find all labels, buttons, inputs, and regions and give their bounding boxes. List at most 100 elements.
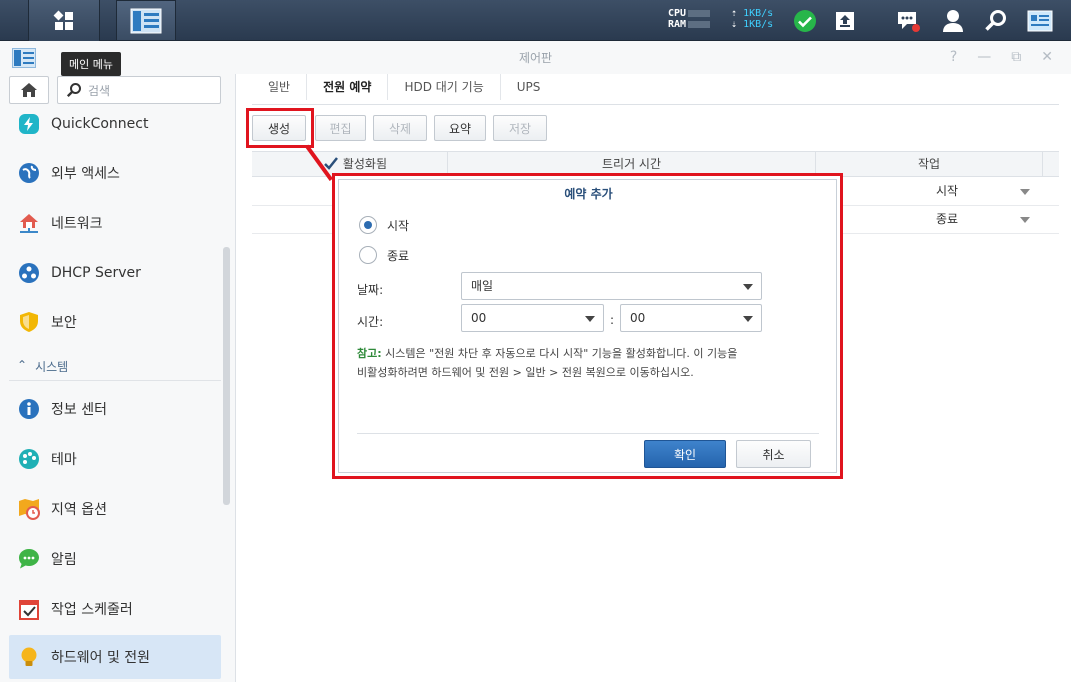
dhcp-icon bbox=[17, 261, 41, 285]
tab-general[interactable]: 일반 bbox=[252, 74, 306, 100]
radio-stop-label: 종료 bbox=[387, 248, 410, 263]
add-schedule-dialog-highlight: 예약 추가 시작 종료 날짜: 매일 시간: 00 : 00 참고: 시스템은 … bbox=[332, 173, 843, 479]
row-action: 종료 bbox=[935, 212, 959, 226]
chat-bubble-icon bbox=[17, 547, 41, 571]
quickconnect-icon bbox=[17, 112, 41, 136]
sidebar-item-dhcp-server[interactable]: DHCP Server bbox=[9, 251, 221, 295]
sidebar-item-label: 정보 센터 bbox=[51, 402, 107, 418]
delete-button[interactable]: 삭제 bbox=[373, 115, 427, 141]
sidebar-item-label: 알림 bbox=[51, 552, 77, 568]
tab-ups[interactable]: UPS bbox=[499, 74, 557, 100]
sidebar-search[interactable]: 검색 bbox=[57, 76, 221, 104]
shield-icon bbox=[17, 310, 41, 334]
cpu-bar bbox=[688, 9, 711, 17]
tab-bar: 일반 전원 예약 HDD 대기 기능 UPS bbox=[252, 74, 556, 104]
sidebar-item-external-access[interactable]: 외부 액세스 bbox=[9, 151, 221, 195]
sidebar-item-task-scheduler[interactable]: 작업 스케줄러 bbox=[9, 587, 221, 631]
user-options-button[interactable] bbox=[938, 6, 968, 36]
window-title: 제어판 bbox=[518, 51, 553, 65]
palette-icon bbox=[17, 447, 41, 471]
window-header[interactable]: 제어판 ? — ⧉ ✕ bbox=[0, 41, 1071, 74]
widgets-button[interactable] bbox=[1025, 6, 1055, 36]
sidebar-item-theme[interactable]: 테마 bbox=[9, 437, 221, 481]
search-placeholder: 검색 bbox=[88, 83, 111, 98]
tab-hdd-hibernation[interactable]: HDD 대기 기능 bbox=[387, 74, 499, 100]
dialog-title: 예약 추가 bbox=[564, 187, 613, 201]
network-speed: ⇡ 1KB/s ⇣ 1KB/s bbox=[731, 8, 773, 30]
date-select[interactable]: 매일 bbox=[461, 272, 762, 300]
summary-button[interactable]: 요약 bbox=[434, 115, 486, 141]
dialog-note: 참고: 시스템은 "전원 차단 후 자동으로 다시 시작" 기능을 활성화합니다… bbox=[357, 344, 827, 382]
close-icon[interactable]: ✕ bbox=[1041, 49, 1053, 65]
radio-start-label: 시작 bbox=[387, 218, 410, 233]
cancel-button[interactable]: 취소 bbox=[736, 440, 811, 468]
maximize-icon[interactable]: ⧉ bbox=[1011, 49, 1021, 65]
add-schedule-dialog: 예약 추가 시작 종료 날짜: 매일 시간: 00 : 00 참고: 시스템은 … bbox=[338, 179, 837, 473]
ok-button[interactable]: 확인 bbox=[644, 440, 726, 468]
chevron-down-icon[interactable] bbox=[1020, 217, 1030, 223]
sidebar-scrollbar[interactable] bbox=[223, 247, 230, 505]
radio-button[interactable] bbox=[359, 246, 377, 264]
grid-menu-icon bbox=[53, 10, 73, 30]
hour-select[interactable]: 00 bbox=[461, 304, 604, 332]
chevron-down-icon bbox=[743, 316, 753, 322]
tab-power-schedule[interactable]: 전원 예약 bbox=[306, 74, 387, 100]
help-icon[interactable]: ? bbox=[950, 49, 957, 65]
sidebar-item-info-center[interactable]: 정보 센터 bbox=[9, 387, 221, 431]
section-label: 시스템 bbox=[35, 360, 69, 374]
system-health-button[interactable] bbox=[790, 6, 820, 36]
minute-value: 00 bbox=[630, 311, 646, 325]
upload-tray-icon bbox=[836, 12, 854, 30]
column-action[interactable]: 작업 bbox=[816, 152, 1043, 176]
chevron-down-icon[interactable] bbox=[1020, 189, 1030, 195]
sidebar-item-regional-options[interactable]: 지역 옵션 bbox=[9, 487, 221, 531]
main-menu-button[interactable] bbox=[28, 0, 100, 41]
control-panel-icon bbox=[130, 8, 162, 33]
user-icon bbox=[943, 10, 963, 32]
home-button[interactable] bbox=[9, 76, 49, 104]
cpu-label: CPU bbox=[668, 8, 687, 19]
chevron-down-icon bbox=[585, 316, 595, 322]
minimize-icon[interactable]: — bbox=[977, 49, 991, 65]
sidebar-item-hardware-power[interactable]: 하드웨어 및 전원 bbox=[9, 635, 221, 679]
house-network-icon bbox=[17, 211, 41, 235]
note-line-2: 비활성화하려면 하드웨어 및 전원 > 일반 > 전원 복원으로 이동하십시오. bbox=[357, 366, 694, 379]
upload-speed: 1KB/s bbox=[743, 8, 774, 19]
sidebar-item-quickconnect[interactable]: QuickConnect bbox=[9, 102, 221, 146]
save-button[interactable]: 저장 bbox=[493, 115, 547, 141]
download-arrow-icon: ⇣ bbox=[731, 19, 738, 30]
sidebar-item-network[interactable]: 네트워크 bbox=[9, 201, 221, 245]
hour-value: 00 bbox=[471, 311, 487, 325]
radio-start[interactable]: 시작 bbox=[359, 216, 409, 234]
control-panel-taskbar-button[interactable] bbox=[116, 0, 176, 41]
search-button[interactable] bbox=[981, 6, 1011, 36]
chevron-up-icon: ⌃ bbox=[17, 358, 28, 372]
tabs-divider bbox=[252, 104, 1059, 105]
radio-stop[interactable]: 종료 bbox=[359, 246, 409, 264]
widgets-icon bbox=[1027, 10, 1053, 32]
system-section-header[interactable]: ⌃ 시스템 bbox=[17, 358, 68, 375]
sidebar-item-label: 보안 bbox=[51, 315, 77, 331]
notifications-button[interactable] bbox=[893, 6, 923, 36]
dialog-divider bbox=[357, 433, 819, 434]
upload-manager-button[interactable] bbox=[830, 6, 860, 36]
time-label: 시간: bbox=[357, 315, 384, 329]
main-menu-tooltip: 메인 메뉴 bbox=[61, 52, 121, 76]
minute-select[interactable]: 00 bbox=[620, 304, 762, 332]
resource-monitor[interactable]: CPU RAM bbox=[668, 8, 711, 30]
edit-button[interactable]: 편집 bbox=[315, 115, 366, 141]
chat-notification-icon bbox=[898, 12, 920, 32]
note-line-1: 시스템은 "전원 차단 후 자동으로 다시 시작" 기능을 활성화합니다. 이 … bbox=[385, 347, 738, 360]
home-icon bbox=[21, 83, 37, 97]
sidebar-item-label: 네트워크 bbox=[51, 216, 103, 232]
date-label: 날짜: bbox=[357, 283, 384, 297]
chevron-down-icon bbox=[743, 284, 753, 290]
taskbar: CPU RAM ⇡ 1KB/s ⇣ 1KB/s bbox=[0, 0, 1071, 41]
sidebar-item-label: 테마 bbox=[51, 452, 77, 468]
time-separator: : bbox=[610, 313, 615, 327]
sidebar-item-security[interactable]: 보안 bbox=[9, 300, 221, 344]
sidebar-item-label: QuickConnect bbox=[51, 116, 149, 132]
lightbulb-icon bbox=[17, 645, 41, 669]
radio-button-selected[interactable] bbox=[359, 216, 377, 234]
sidebar-item-notifications[interactable]: 알림 bbox=[9, 537, 221, 581]
